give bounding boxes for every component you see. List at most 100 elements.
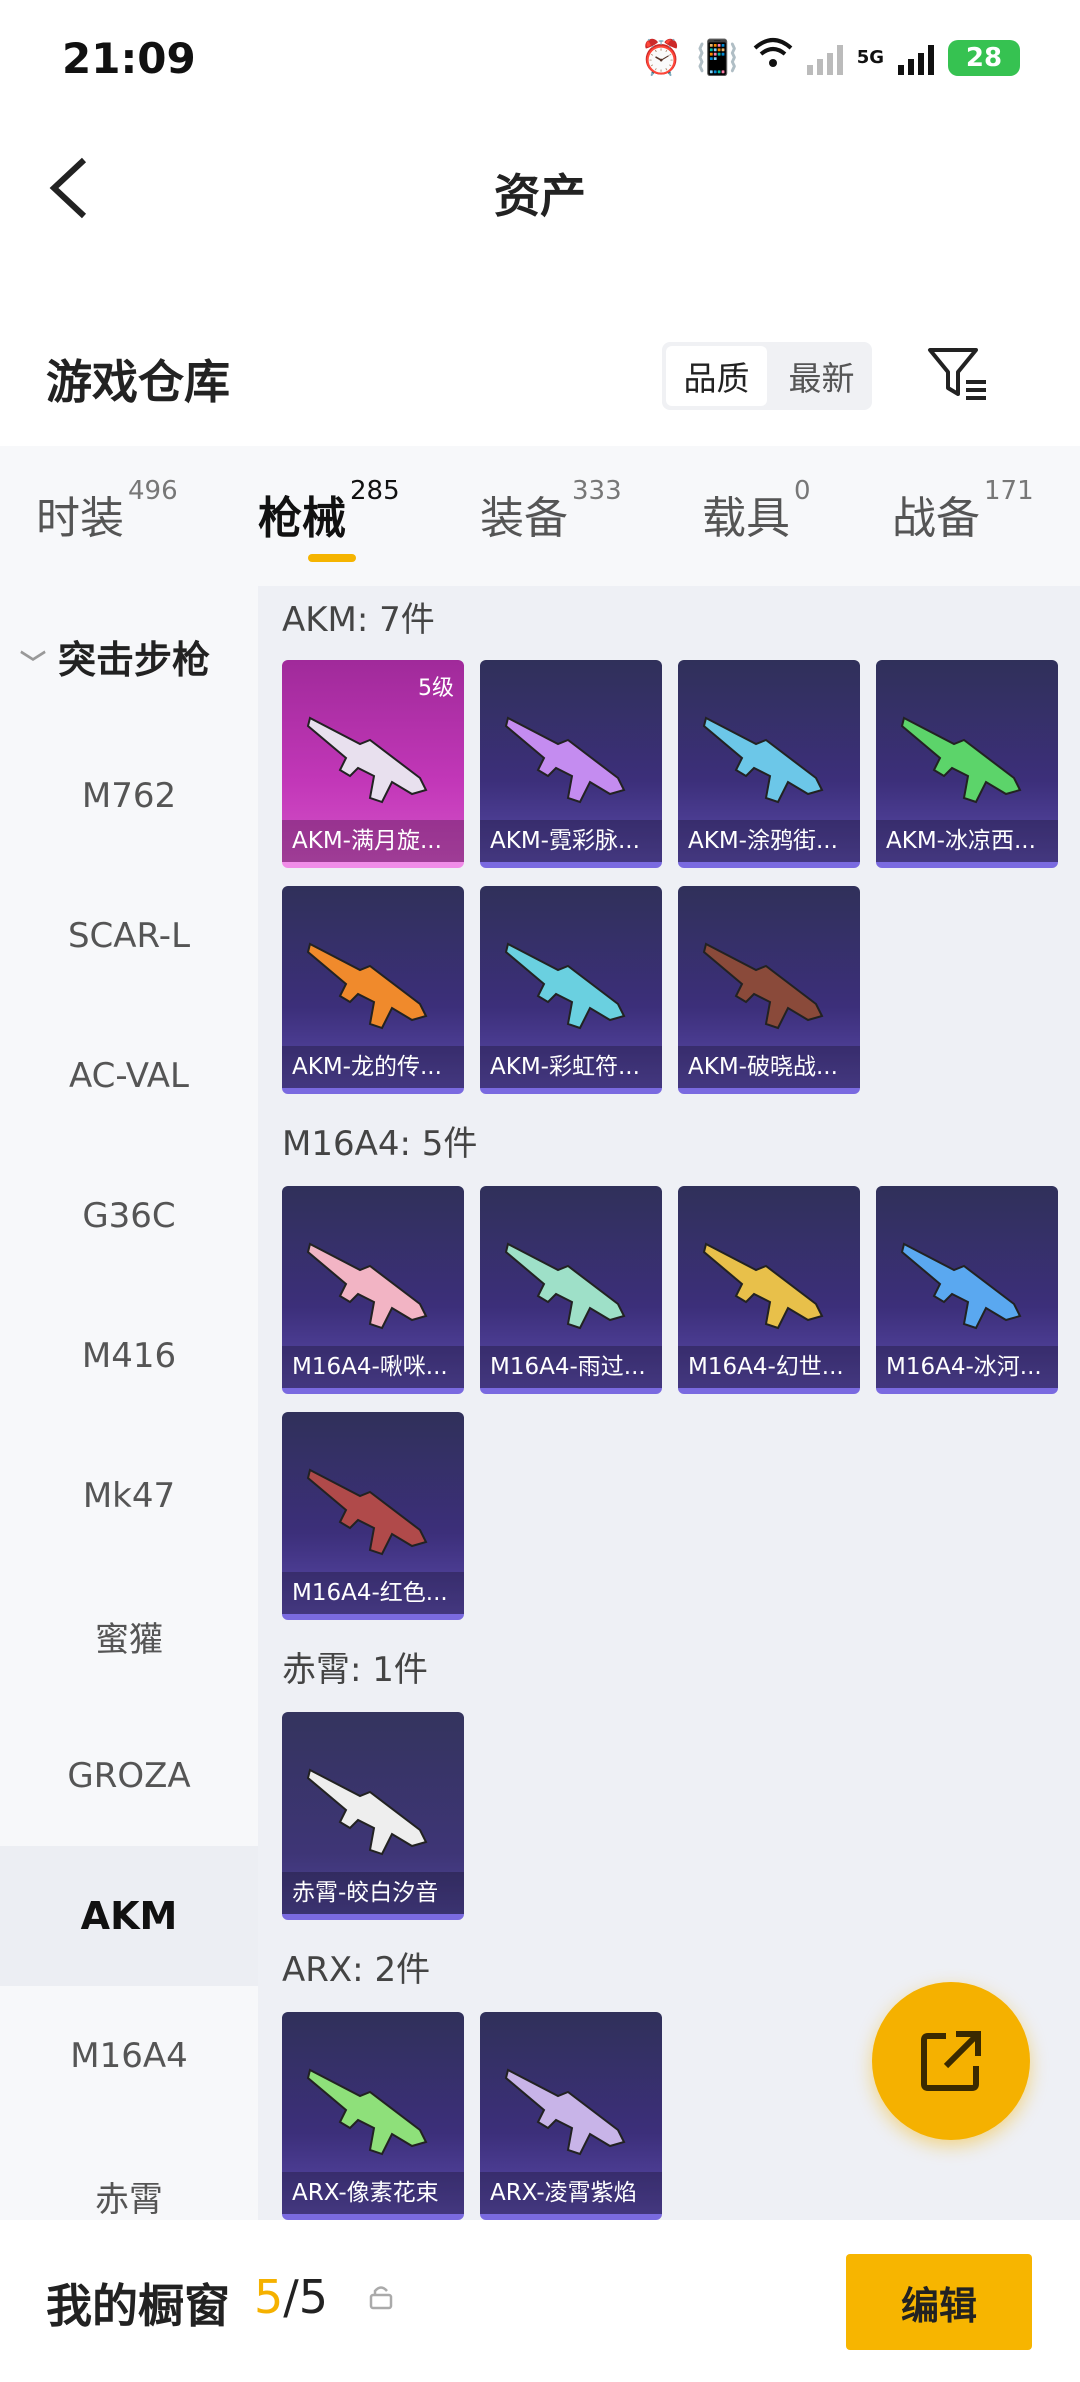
tab-label: 载具 [702, 493, 790, 544]
skin-card[interactable]: M16A4-雨过... [480, 1186, 662, 1394]
rifle-icon [702, 1242, 824, 1330]
share-button[interactable] [872, 1982, 1030, 2140]
skin-card[interactable]: AKM-冰凉西... [876, 660, 1058, 868]
page-title: 资产 [494, 169, 586, 223]
status-bar: 21:09 ⏰ 📳 5G 28 [0, 0, 1080, 120]
sidebar-item-mk47[interactable]: Mk47 [0, 1426, 258, 1566]
warehouse-title: 游戏仓库 [46, 355, 230, 409]
sidebar-group-assault-rifles[interactable]: ﹀ 突击步枪 [0, 586, 258, 726]
wifi-icon [753, 36, 793, 79]
rifle-icon [306, 1768, 428, 1856]
skin-name: M16A4-红色... [282, 1572, 464, 1614]
skin-card[interactable]: M16A4-啾咪... [282, 1186, 464, 1394]
showcase-label: 我的橱窗 [46, 2279, 230, 2333]
sidebar-item-ac-val[interactable]: AC-VAL [0, 1006, 258, 1146]
skin-card[interactable]: M16A4-红色... [282, 1412, 464, 1620]
skin-name: AKM-破晓战... [678, 1046, 860, 1088]
skin-name: M16A4-雨过... [480, 1346, 662, 1388]
skin-name: AKM-满月旋... [282, 820, 464, 862]
skin-card[interactable]: ARX-凌霄紫焰 [480, 2012, 662, 2220]
tab-count: 333 [572, 476, 622, 506]
rifle-icon [702, 716, 824, 804]
group-title-arx: ARX: 2件 [282, 1950, 431, 1990]
edit-button[interactable]: 编辑 [846, 2254, 1032, 2350]
sidebar-item-g36c[interactable]: G36C [0, 1146, 258, 1286]
sort-option-quality[interactable]: 品质 [666, 346, 767, 406]
chevron-down-icon: ﹀ [20, 650, 47, 680]
skin-name: AKM-彩虹符... [480, 1046, 662, 1088]
sidebar-item-honey-badger[interactable]: 蜜獾 [0, 1566, 258, 1706]
skin-grid: AKM: 7件 5级 AKM-满月旋... AKM-霓彩脉... AKM-涂鸦街… [258, 586, 1080, 2220]
sidebar-item-m16a4[interactable]: M16A4 [0, 1986, 258, 2126]
tab-vehicles[interactable]: 载具0 [702, 476, 811, 546]
skin-card[interactable]: AKM-霓彩脉... [480, 660, 662, 868]
battery-icon: 28 [948, 39, 1020, 76]
rifle-icon [504, 1242, 626, 1330]
sidebar-group-label: 突击步枪 [58, 637, 211, 682]
sidebar-item-scar-l[interactable]: SCAR-L [0, 866, 258, 1006]
skin-name: AKM-霓彩脉... [480, 820, 662, 862]
group-title-akm: AKM: 7件 [282, 600, 435, 640]
skin-level-badge: 5级 [418, 676, 454, 701]
skin-name: AKM-涂鸦街... [678, 820, 860, 862]
skin-name: AKM-龙的传... [282, 1046, 464, 1088]
skin-name: AKM-冰凉西... [876, 820, 1058, 862]
sidebar-item-chixiao[interactable]: 赤霄 [0, 2126, 258, 2220]
skin-card[interactable]: AKM-彩虹符... [480, 886, 662, 1094]
rifle-icon [900, 1242, 1022, 1330]
top-nav: 资产 [0, 130, 1080, 250]
tab-label: 时装 [36, 493, 124, 544]
status-icons: ⏰ 📳 5G 28 [640, 36, 1020, 79]
skin-card[interactable]: AKM-龙的传... [282, 886, 464, 1094]
skin-card[interactable]: AKM-涂鸦街... [678, 660, 860, 868]
skin-name: ARX-像素花束 [282, 2172, 464, 2214]
tab-count: 0 [794, 476, 811, 506]
vibrate-icon: 📳 [696, 37, 739, 78]
sidebar-item-groza[interactable]: GROZA [0, 1706, 258, 1846]
skin-card[interactable]: M16A4-冰河... [876, 1186, 1058, 1394]
rifle-icon [504, 942, 626, 1030]
category-tabs: 时装496 枪械285 装备333 载具0 战备171 [0, 446, 1080, 586]
tab-label: 战备 [892, 493, 980, 544]
tab-count: 496 [128, 476, 178, 506]
sort-toggle: 品质 最新 [662, 342, 872, 410]
network-type-label: 5G [856, 47, 884, 68]
filter-button[interactable] [926, 344, 990, 404]
skin-card[interactable]: 赤霄-皎白汐音 [282, 1712, 464, 1920]
tab-fashion[interactable]: 时装496 [36, 476, 178, 546]
tab-equipment[interactable]: 装备333 [480, 476, 622, 546]
skin-card[interactable]: 5级 AKM-满月旋... [282, 660, 464, 868]
tab-weapons[interactable]: 枪械285 [258, 476, 400, 546]
skin-name: ARX-凌霄紫焰 [480, 2172, 662, 2214]
battery-level: 28 [965, 42, 1003, 73]
group-title-m16a4: M16A4: 5件 [282, 1124, 478, 1164]
rifle-icon [306, 2068, 428, 2156]
skin-card[interactable]: AKM-破晓战... [678, 886, 860, 1094]
rifle-icon [306, 716, 428, 804]
tab-supplies[interactable]: 战备171 [892, 476, 1034, 546]
sort-option-newest[interactable]: 最新 [771, 342, 872, 410]
tab-label: 枪械 [258, 493, 346, 544]
skin-name: 赤霄-皎白汐音 [282, 1872, 464, 1914]
tab-label: 装备 [480, 493, 568, 544]
alarm-icon: ⏰ [640, 37, 683, 78]
group-title-chixiao: 赤霄: 1件 [282, 1650, 428, 1690]
tab-count: 171 [984, 476, 1034, 506]
rifle-icon [306, 942, 428, 1030]
rifle-icon [306, 1242, 428, 1330]
status-time: 21:09 [62, 34, 196, 83]
sidebar-item-akm[interactable]: AKM [0, 1846, 258, 1986]
rifle-icon [702, 942, 824, 1030]
sidebar-item-m762[interactable]: M762 [0, 726, 258, 866]
tab-count: 285 [350, 476, 400, 506]
skin-card[interactable]: ARX-像素花束 [282, 2012, 464, 2220]
bottom-bar: 我的橱窗 5/5 编辑 [0, 2220, 1080, 2382]
showcase-count: 5/5 [254, 2270, 328, 2324]
skin-name: M16A4-啾咪... [282, 1346, 464, 1388]
sidebar-item-m416[interactable]: M416 [0, 1286, 258, 1426]
rifle-icon [306, 1468, 428, 1556]
rifle-icon [900, 716, 1022, 804]
weapon-type-sidebar: ﹀ 突击步枪 M762 SCAR-L AC-VAL G36C M416 Mk47… [0, 586, 258, 2220]
active-tab-indicator [308, 554, 356, 562]
skin-card[interactable]: M16A4-幻世... [678, 1186, 860, 1394]
